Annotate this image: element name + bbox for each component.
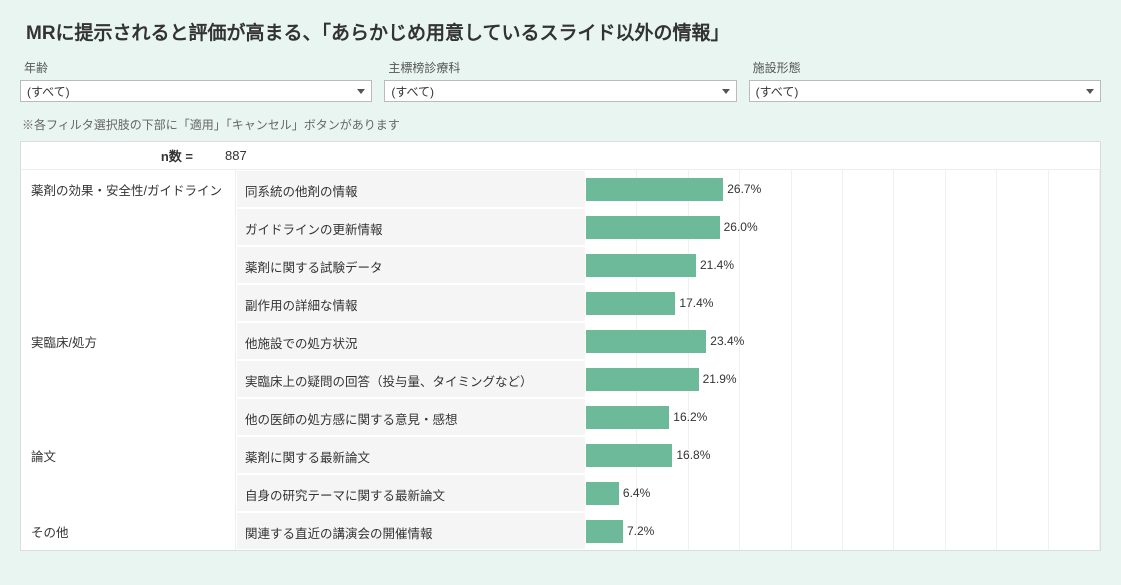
n-count-value: 887: [221, 148, 247, 163]
filter-department-select[interactable]: (すべて): [384, 80, 736, 102]
bar-value-label: 7.2%: [627, 524, 654, 538]
bar-cell: 26.0%: [586, 208, 1100, 246]
bar-cell: 21.4%: [586, 246, 1100, 284]
filter-value: (すべて): [756, 83, 799, 100]
gridlines: [586, 512, 1100, 550]
group-label: 実臨床/処方: [21, 322, 236, 360]
table-row: 副作用の詳細な情報17.4%: [21, 284, 1100, 322]
group-label: [21, 208, 236, 246]
item-label: 他の医師の処方感に関する意見・感想: [236, 398, 586, 436]
chevron-down-icon: [1086, 89, 1094, 94]
bar-value-label: 23.4%: [710, 334, 744, 348]
table-row: ガイドラインの更新情報26.0%: [21, 208, 1100, 246]
bar: 7.2%: [586, 520, 623, 543]
bar-value-label: 6.4%: [623, 486, 650, 500]
bar-value-label: 26.0%: [724, 220, 758, 234]
n-count-label: n数 =: [21, 146, 221, 165]
bar-cell: 16.2%: [586, 398, 1100, 436]
bar: 21.4%: [586, 254, 696, 277]
filter-value: (すべて): [27, 83, 70, 100]
filter-label: 施設形態: [749, 59, 1101, 76]
group-label: [21, 360, 236, 398]
item-label: 他施設での処方状況: [236, 322, 586, 360]
item-label: 薬剤に関する試験データ: [236, 246, 586, 284]
table-row: 実臨床上の疑問の回答（投与量、タイミングなど）21.9%: [21, 360, 1100, 398]
bar: 26.7%: [586, 178, 723, 201]
group-label: 論文: [21, 436, 236, 474]
table-row: 自身の研究テーマに関する最新論文6.4%: [21, 474, 1100, 512]
bar-cell: 26.7%: [586, 170, 1100, 208]
group-label: その他: [21, 512, 236, 550]
group-label: [21, 284, 236, 322]
bar-value-label: 21.9%: [703, 372, 737, 386]
bar-value-label: 26.7%: [727, 182, 761, 196]
bar: 17.4%: [586, 292, 675, 315]
filter-label: 主標榜診療科: [384, 59, 736, 76]
bar: 6.4%: [586, 482, 619, 505]
bar: 16.8%: [586, 444, 672, 467]
bar-value-label: 17.4%: [679, 296, 713, 310]
table-row: 薬剤の効果・安全性/ガイドライン同系統の他剤の情報26.7%: [21, 170, 1100, 208]
filter-note: ※各フィルタ選択肢の下部に「適用」「キャンセル」ボタンがあります: [22, 116, 1113, 133]
table-row: 論文薬剤に関する最新論文16.8%: [21, 436, 1100, 474]
item-label: 自身の研究テーマに関する最新論文: [236, 474, 586, 512]
filter-facility: 施設形態 (すべて): [749, 59, 1101, 102]
chevron-down-icon: [722, 89, 730, 94]
bar-cell: 17.4%: [586, 284, 1100, 322]
group-label: [21, 474, 236, 512]
item-label: 実臨床上の疑問の回答（投与量、タイミングなど）: [236, 360, 586, 398]
chart-area: n数 = 887 薬剤の効果・安全性/ガイドライン同系統の他剤の情報26.7%ガ…: [20, 141, 1101, 551]
item-label: 同系統の他剤の情報: [236, 170, 586, 208]
group-label: [21, 246, 236, 284]
item-label: ガイドラインの更新情報: [236, 208, 586, 246]
filter-value: (すべて): [391, 83, 434, 100]
bar: 16.2%: [586, 406, 669, 429]
filter-row: 年齢 (すべて) 主標榜診療科 (すべて) 施設形態 (すべて): [8, 59, 1113, 102]
table-row: 薬剤に関する試験データ21.4%: [21, 246, 1100, 284]
item-label: 薬剤に関する最新論文: [236, 436, 586, 474]
filter-label: 年齢: [20, 59, 372, 76]
filter-age: 年齢 (すべて): [20, 59, 372, 102]
item-label: 副作用の詳細な情報: [236, 284, 586, 322]
table-row: 他の医師の処方感に関する意見・感想16.2%: [21, 398, 1100, 436]
bar-cell: 7.2%: [586, 512, 1100, 550]
group-label: [21, 398, 236, 436]
group-label: 薬剤の効果・安全性/ガイドライン: [21, 170, 236, 208]
bar-cell: 16.8%: [586, 436, 1100, 474]
bar: 21.9%: [586, 368, 699, 391]
bar-value-label: 21.4%: [700, 258, 734, 272]
filter-age-select[interactable]: (すべて): [20, 80, 372, 102]
chevron-down-icon: [357, 89, 365, 94]
bar: 23.4%: [586, 330, 706, 353]
page-title: MRに提示されると評価が高まる、「あらかじめ用意しているスライド以外の情報」: [26, 18, 1113, 45]
n-count-row: n数 = 887: [21, 142, 1100, 170]
bar-cell: 21.9%: [586, 360, 1100, 398]
filter-facility-select[interactable]: (すべて): [749, 80, 1101, 102]
bar-value-label: 16.2%: [673, 410, 707, 424]
filter-department: 主標榜診療科 (すべて): [384, 59, 736, 102]
table-row: その他関連する直近の講演会の開催情報7.2%: [21, 512, 1100, 550]
bar-cell: 6.4%: [586, 474, 1100, 512]
gridlines: [586, 474, 1100, 512]
bar-cell: 23.4%: [586, 322, 1100, 360]
bar-value-label: 16.8%: [676, 448, 710, 462]
item-label: 関連する直近の講演会の開催情報: [236, 512, 586, 550]
bar: 26.0%: [586, 216, 720, 239]
table-row: 実臨床/処方他施設での処方状況23.4%: [21, 322, 1100, 360]
